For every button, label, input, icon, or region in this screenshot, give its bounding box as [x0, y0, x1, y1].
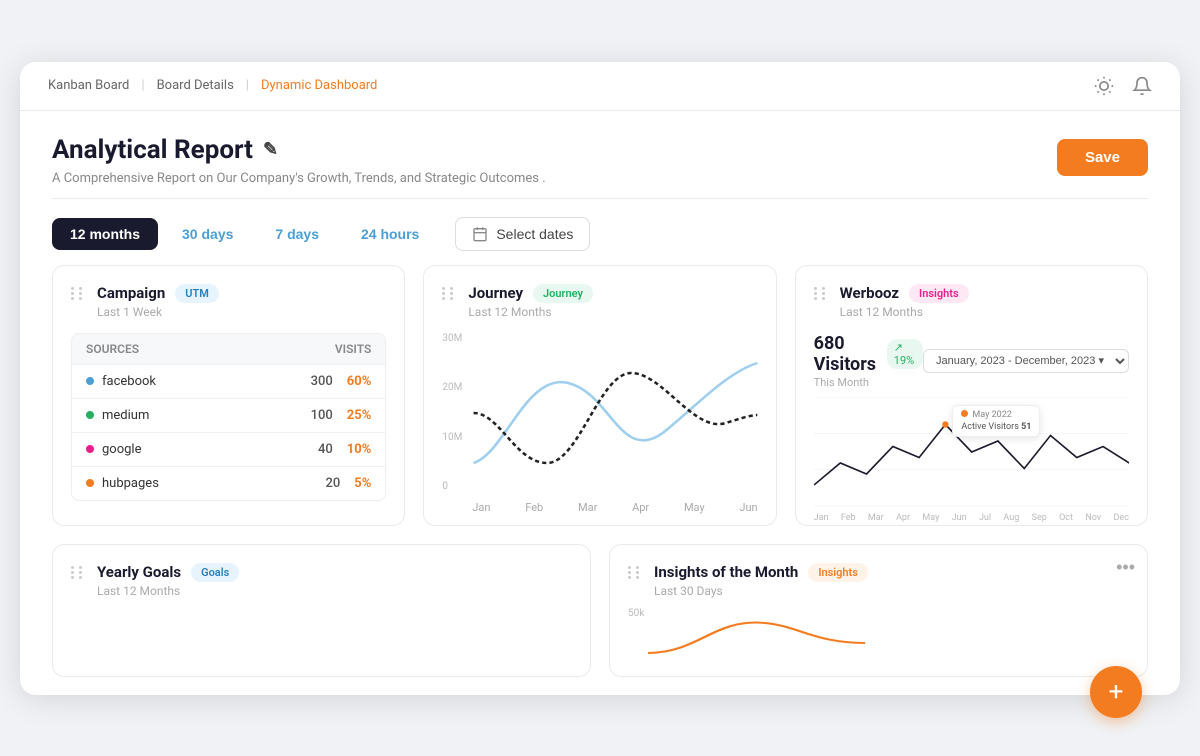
yearly-goals-badge: Goals — [191, 563, 239, 582]
fab-icon: + — [1109, 677, 1124, 707]
source-pct: 25% — [347, 408, 372, 423]
journey-x-labels: Jan Feb Mar Apr May Jun — [442, 497, 757, 514]
insights-month-header: Insights of the Month Insights Last 30 D… — [628, 563, 1129, 598]
nav-links: Kanban Board | Board Details | Dynamic D… — [48, 78, 377, 93]
werbooz-card-header: Werbooz Insights Last 12 Months — [814, 284, 1129, 319]
campaign-drag-handle[interactable] — [71, 287, 85, 300]
header-subtitle: A Comprehensive Report on Our Company's … — [52, 171, 546, 186]
table-row: medium 100 25% — [72, 398, 385, 432]
visits-col-header: VISITS — [335, 342, 371, 356]
source-name: hubpages — [102, 476, 159, 491]
table-row: facebook 300 60% — [72, 364, 385, 398]
source-count: 100 — [311, 408, 333, 423]
select-dates-button[interactable]: Select dates — [455, 217, 590, 251]
source-count: 40 — [318, 442, 333, 457]
tab-7-days[interactable]: 7 days — [257, 218, 337, 250]
campaign-subtitle: Last 1 Week — [97, 305, 386, 319]
header-left: Analytical Report ✎ A Comprehensive Repo… — [52, 135, 546, 186]
select-dates-label: Select dates — [496, 226, 573, 242]
yearly-goals-drag-handle[interactable] — [71, 566, 85, 579]
werbooz-subtitle: Last 12 Months — [840, 305, 1129, 319]
insights-month-title: Insights of the Month — [654, 563, 798, 581]
werbooz-card: Werbooz Insights Last 12 Months 680 Visi… — [795, 265, 1148, 526]
tab-30-days[interactable]: 30 days — [164, 218, 251, 250]
header-section: Analytical Report ✎ A Comprehensive Repo… — [20, 111, 1180, 198]
insights-y-label: 50k — [628, 608, 644, 619]
werbooz-title: Werbooz — [840, 284, 899, 302]
journey-title: Journey — [468, 284, 523, 302]
insights-month-badge: Insights — [808, 563, 868, 582]
nav-bar: Kanban Board | Board Details | Dynamic D… — [20, 62, 1180, 111]
more-options-button[interactable]: ••• — [1116, 557, 1135, 578]
yearly-goals-subtitle: Last 12 Months — [97, 584, 572, 598]
yearly-goals-header: Yearly Goals Goals Last 12 Months — [71, 563, 572, 598]
yearly-goals-title-area: Yearly Goals Goals Last 12 Months — [97, 563, 572, 598]
table-row: hubpages 20 5% — [72, 466, 385, 500]
source-pct: 5% — [354, 476, 371, 491]
visitors-info: 680 Visitors ↗ 19% This Month — [814, 333, 923, 389]
campaign-card-header: Campaign UTM Last 1 Week — [71, 284, 386, 319]
sources-table: SOURCES VISITS facebook 300 60% medium 10… — [71, 333, 386, 501]
campaign-card: Campaign UTM Last 1 Week SOURCES VISITS … — [52, 265, 405, 526]
nav-sep-2: | — [246, 78, 249, 93]
insights-month-title-area: Insights of the Month Insights Last 30 D… — [654, 563, 1129, 598]
journey-chart: 30M 20M 10M 0 Jan Feb Mar Apr May — [442, 333, 757, 493]
nav-link-dynamic[interactable]: Dynamic Dashboard — [261, 78, 377, 93]
nav-icons — [1094, 76, 1152, 96]
journey-badge: Journey — [533, 284, 593, 303]
werbooz-badge: Insights — [909, 284, 969, 303]
insights-month-drag-handle[interactable] — [628, 566, 642, 579]
werbooz-title-area: Werbooz Insights Last 12 Months — [840, 284, 1129, 319]
campaign-title-area: Campaign UTM Last 1 Week — [97, 284, 386, 319]
yearly-goals-card: Yearly Goals Goals Last 12 Months — [52, 544, 591, 677]
insights-month-chart: 50k — [628, 608, 1129, 658]
source-pct: 60% — [347, 374, 372, 389]
sun-icon-button[interactable] — [1094, 76, 1114, 96]
nav-link-kanban[interactable]: Kanban Board — [48, 78, 129, 93]
visitors-change: ↗ 19% — [887, 339, 923, 369]
table-row: google 40 10% — [72, 432, 385, 466]
save-button[interactable]: Save — [1057, 139, 1148, 176]
campaign-title: Campaign — [97, 284, 165, 302]
source-name: facebook — [102, 374, 156, 389]
date-tabs: 12 months 30 days 7 days 24 hours Select… — [20, 199, 1180, 265]
insights-month-card: ••• Insights of the Month Insights Last … — [609, 544, 1148, 677]
bottom-grid: Yearly Goals Goals Last 12 Months ••• I — [20, 544, 1180, 695]
campaign-badge: UTM — [175, 284, 219, 303]
tab-12-months[interactable]: 12 months — [52, 218, 158, 250]
insights-month-subtitle: Last 30 Days — [654, 584, 1129, 598]
tab-24-hours[interactable]: 24 hours — [343, 218, 437, 250]
journey-subtitle: Last 12 Months — [468, 305, 757, 319]
this-month-label: This Month — [814, 376, 923, 389]
edit-icon[interactable]: ✎ — [263, 139, 278, 160]
werbooz-drag-handle[interactable] — [814, 287, 828, 300]
journey-title-area: Journey Journey Last 12 Months — [468, 284, 757, 319]
bell-icon-button[interactable] — [1132, 76, 1152, 96]
visitors-header: 680 Visitors ↗ 19% This Month January, 2… — [814, 333, 1129, 389]
journey-card: Journey Journey Last 12 Months 30M 20M 1… — [423, 265, 776, 526]
nav-link-board[interactable]: Board Details — [157, 78, 234, 93]
werbooz-chart: May 2022 Active Visitors 51 Jan — [814, 397, 1129, 507]
sources-col-header: SOURCES — [86, 342, 139, 356]
source-count: 300 — [311, 374, 333, 389]
nav-sep-1: | — [141, 78, 144, 93]
journey-drag-handle[interactable] — [442, 287, 456, 300]
source-name: medium — [102, 408, 149, 423]
werbooz-x-labels: Jan Feb Mar Apr May Jun Jul Aug Sep Oct … — [814, 511, 1129, 523]
source-count: 20 — [325, 476, 340, 491]
dashboard-grid: Campaign UTM Last 1 Week SOURCES VISITS … — [20, 265, 1180, 544]
werbooz-tooltip: May 2022 Active Visitors 51 — [952, 405, 1040, 437]
fab-button[interactable]: + — [1090, 666, 1142, 718]
source-pct: 10% — [347, 442, 372, 457]
source-name: google — [102, 442, 141, 457]
visitors-count: 680 Visitors — [814, 333, 881, 375]
sources-header: SOURCES VISITS — [72, 334, 385, 364]
date-range-select[interactable]: January, 2023 - December, 2023 ▾ — [923, 349, 1129, 373]
yearly-goals-title: Yearly Goals — [97, 563, 181, 581]
page-title: Analytical Report ✎ — [52, 135, 546, 165]
journey-card-header: Journey Journey Last 12 Months — [442, 284, 757, 319]
